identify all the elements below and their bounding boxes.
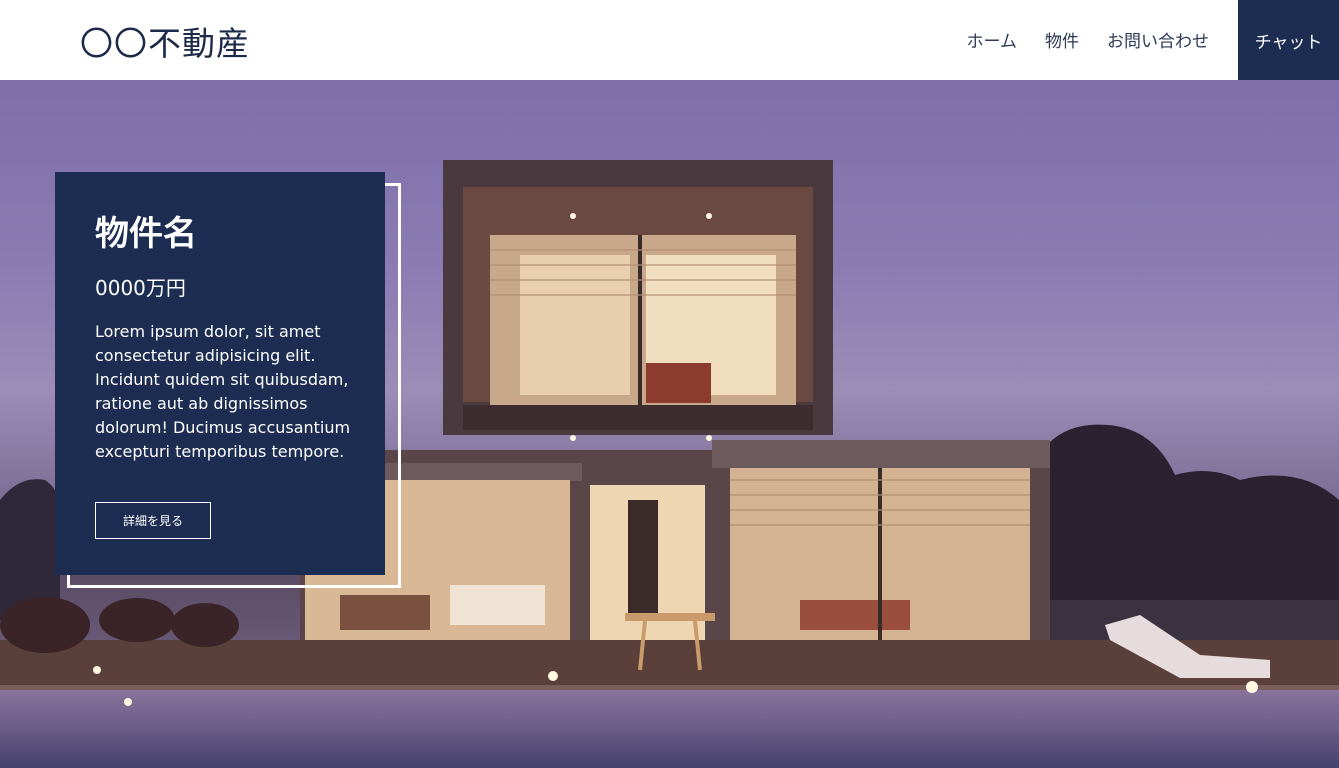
nav-item-home[interactable]: ホーム bbox=[967, 27, 1018, 52]
site-logo[interactable]: 〇〇不動産 bbox=[80, 17, 250, 65]
nav-item-contact[interactable]: お問い合わせ bbox=[1107, 27, 1209, 52]
property-description: Lorem ipsum dolor, sit amet consectetur … bbox=[95, 322, 351, 461]
site-header: 〇〇不動産 ホーム 物件 お問い合わせ チャット bbox=[0, 0, 1339, 80]
chat-button[interactable]: チャット bbox=[1238, 0, 1339, 80]
property-price: 0000万円 bbox=[95, 276, 186, 300]
property-card: 物件名 0000万円 Lorem ipsum dolor, sit amet c… bbox=[55, 172, 385, 575]
property-name: 物件名 bbox=[95, 214, 197, 254]
nav-item-properties[interactable]: 物件 bbox=[1045, 27, 1079, 52]
hero-section: 物件名 0000万円 Lorem ipsum dolor, sit amet c… bbox=[0, 80, 1339, 768]
main-nav: ホーム 物件 お問い合わせ bbox=[967, 27, 1210, 52]
view-details-button[interactable]: 詳細を見る bbox=[95, 502, 211, 539]
